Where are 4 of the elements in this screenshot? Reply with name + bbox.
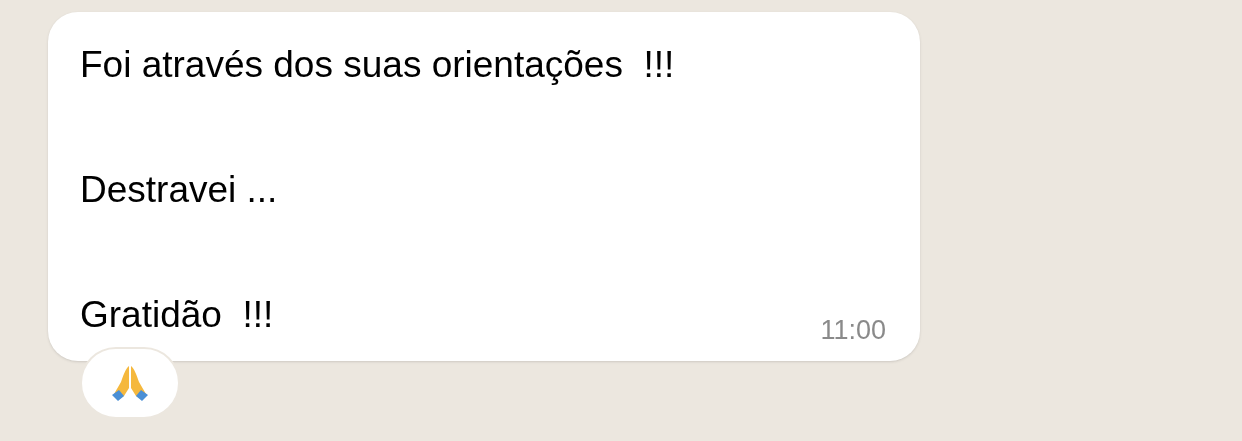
message-text: Foi através dos suas orientações !!!	[80, 43, 675, 87]
message-text: Gratidão !!!	[80, 293, 274, 337]
message-text: Destravei ...	[80, 168, 278, 212]
message-time: 11:00	[820, 314, 886, 347]
